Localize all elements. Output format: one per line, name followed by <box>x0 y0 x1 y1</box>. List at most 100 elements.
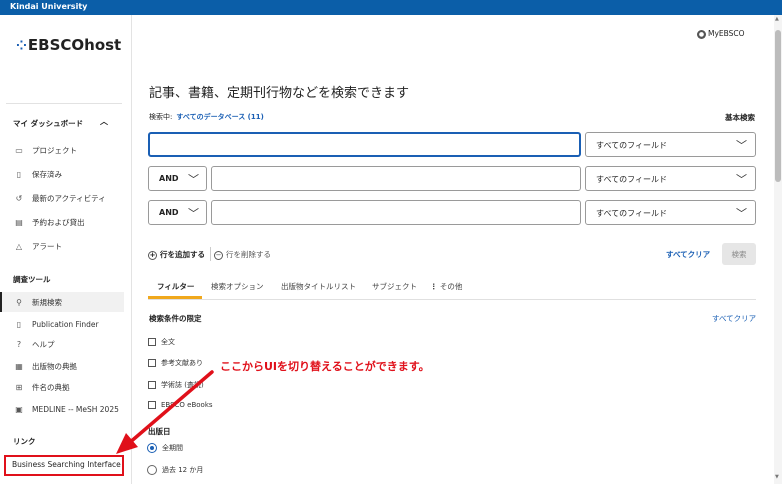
checkbox[interactable] <box>148 401 156 409</box>
sidebar-item-label: 最新のアクティビティ <box>32 193 106 203</box>
remove-row-button[interactable]: − 行を削除する <box>214 249 271 260</box>
chevron-up-icon[interactable]: ︿ <box>100 116 108 127</box>
book-icon: ▤ <box>15 217 23 227</box>
remove-row-label: 行を削除する <box>226 250 271 259</box>
row-action-divider <box>210 247 211 261</box>
radio-label: 過去 12 か月 <box>162 466 204 474</box>
sidebar-item-saved[interactable]: ▯ 保存済み <box>0 164 124 184</box>
plus-icon: + <box>148 250 157 260</box>
chevron-down-icon: ﹀ <box>736 207 747 220</box>
research-tools-heading: 調査ツール <box>13 275 51 284</box>
annotation-text: ここからUIを切り替えることができます。 <box>220 360 430 373</box>
field-select-value: すべてのフィールド <box>596 141 667 150</box>
bookmark-icon: ▯ <box>16 169 22 179</box>
more-vertical-icon: ⋮ <box>430 282 438 291</box>
logo-text: EBSCOhost <box>27 36 122 54</box>
radio-label: 全期間 <box>162 444 183 452</box>
limiter-references[interactable]: 参考文献あり <box>148 358 203 368</box>
checkbox-label: 参考文献あり <box>161 359 203 367</box>
sidebar-item-publication-finder[interactable]: ▯ Publication Finder <box>0 314 124 334</box>
ebscohost-logo[interactable]: ⁘EBSCOhost <box>16 36 121 54</box>
business-searching-interface-link[interactable]: Business Searching Interface <box>4 455 124 476</box>
tab-more[interactable]: ⋮ その他 <box>430 281 462 292</box>
checkbox-label: 学術誌 (査読) <box>161 381 204 389</box>
scroll-up-icon[interactable]: ▲ <box>775 16 779 22</box>
search-input-row2[interactable] <box>211 166 581 191</box>
operator-select-row3[interactable]: AND ﹀ <box>148 200 207 225</box>
sidebar-item-label: 保存済み <box>32 169 62 179</box>
searching-in: 検索中: すべてのデータベース (11) <box>149 112 264 122</box>
folder-icon: ▭ <box>15 145 23 155</box>
sidebar-item-label: プロジェクト <box>32 145 77 155</box>
sidebar-item-label: Publication Finder <box>32 319 99 329</box>
myebsco-label: MyEBSCO <box>708 29 745 38</box>
operator-value: AND <box>159 174 179 183</box>
publication-date-heading: 出版日 <box>148 427 171 436</box>
tab-search-options[interactable]: 検索オプション <box>211 281 264 292</box>
sidebar-item-label: 件名の典拠 <box>32 382 70 392</box>
scroll-down-icon[interactable]: ▼ <box>775 474 779 480</box>
date-option-last-12-months[interactable]: 過去 12 か月 <box>147 465 203 475</box>
sidebar-item-holds-checkouts[interactable]: ▤ 予約および貸出 <box>0 212 124 232</box>
search-button[interactable]: 検索 <box>722 243 756 265</box>
clear-all-button[interactable]: すべてクリア <box>666 249 710 260</box>
sidebar-item-new-search[interactable]: ⚲ 新規検索 <box>0 292 124 312</box>
field-select-row2[interactable]: すべてのフィールド ﹀ <box>585 166 756 191</box>
operator-value: AND <box>159 208 179 217</box>
tab-more-label: その他 <box>439 282 463 291</box>
add-row-label: 行を追加する <box>160 250 205 259</box>
search-icon: ⚲ <box>16 297 22 307</box>
links-heading: リンク <box>13 437 36 446</box>
checkbox[interactable] <box>148 381 156 389</box>
sidebar-item-subject-authority[interactable]: ⊞ 件名の典拠 <box>0 377 124 397</box>
sidebar-item-recent-activity[interactable]: ↺ 最新のアクティビティ <box>0 188 124 208</box>
help-icon: ? <box>16 339 22 349</box>
date-option-all-time[interactable]: 全期間 <box>147 443 183 453</box>
limiter-full-text[interactable]: 全文 <box>148 337 175 347</box>
add-row-button[interactable]: + 行を追加する <box>148 249 205 260</box>
tab-subjects[interactable]: サブジェクト <box>372 281 417 292</box>
limiters-heading: 検索条件の限定 <box>149 314 202 323</box>
tab-publication-titles[interactable]: 出版物タイトルリスト <box>281 281 356 292</box>
sidebar-item-projects[interactable]: ▭ プロジェクト <box>0 140 124 160</box>
institution-name: Kindai University <box>10 2 88 11</box>
minus-icon: − <box>214 250 223 260</box>
operator-select-row2[interactable]: AND ﹀ <box>148 166 207 191</box>
basic-search-link[interactable]: 基本検索 <box>725 112 755 123</box>
sidebar-item-label: 出版物の典拠 <box>32 361 77 371</box>
document-icon: ▯ <box>16 319 22 329</box>
tab-filters[interactable]: フィルター <box>157 281 194 292</box>
radio[interactable] <box>147 465 157 475</box>
institution-bar: Kindai University <box>0 0 782 15</box>
sidebar-item-alerts[interactable]: △ アラート <box>0 236 124 256</box>
limiters-clear-all[interactable]: すべてクリア <box>712 313 756 324</box>
page-title: 記事、書籍、定期刊行物などを検索できます <box>149 86 410 101</box>
chevron-down-icon: ﹀ <box>736 173 747 186</box>
field-select-value: すべてのフィールド <box>596 175 667 184</box>
field-select-row3[interactable]: すべてのフィールド ﹀ <box>585 200 756 225</box>
search-input-row1[interactable] <box>148 132 581 157</box>
scrollbar-thumb[interactable] <box>775 30 781 182</box>
sidebar-divider <box>6 103 122 104</box>
checkbox[interactable] <box>148 338 156 346</box>
limiter-peer-reviewed[interactable]: 学術誌 (査読) <box>148 380 204 390</box>
checkbox[interactable] <box>148 359 156 367</box>
chevron-down-icon: ﹀ <box>188 173 199 186</box>
database-selector-link[interactable]: すべてのデータベース (11) <box>176 113 263 121</box>
chevron-down-icon: ﹀ <box>188 207 199 220</box>
sidebar-item-label: 予約および貸出 <box>32 217 85 227</box>
sidebar-item-mesh[interactable]: ▣ MEDLINE -- MeSH 2025 <box>0 399 124 419</box>
myebsco-button[interactable]: ● MyEBSCO <box>697 29 745 39</box>
sidebar-item-label: 新規検索 <box>32 297 62 307</box>
sidebar-item-publication-authority[interactable]: ▦ 出版物の典拠 <box>0 356 124 376</box>
sidebar-item-label: MEDLINE -- MeSH 2025 <box>32 404 119 414</box>
limiter-ebooks[interactable]: EBSCO eBooks <box>148 401 213 409</box>
history-icon: ↺ <box>15 193 23 203</box>
hierarchy-icon: ⊞ <box>15 382 23 392</box>
radio-selected[interactable] <box>147 443 157 453</box>
bell-icon: △ <box>15 241 23 251</box>
field-select-value: すべてのフィールド <box>596 209 667 218</box>
search-input-row3[interactable] <box>211 200 581 225</box>
field-select-row1[interactable]: すべてのフィールド ﹀ <box>585 132 756 157</box>
sidebar-item-help[interactable]: ? ヘルプ <box>0 334 124 354</box>
